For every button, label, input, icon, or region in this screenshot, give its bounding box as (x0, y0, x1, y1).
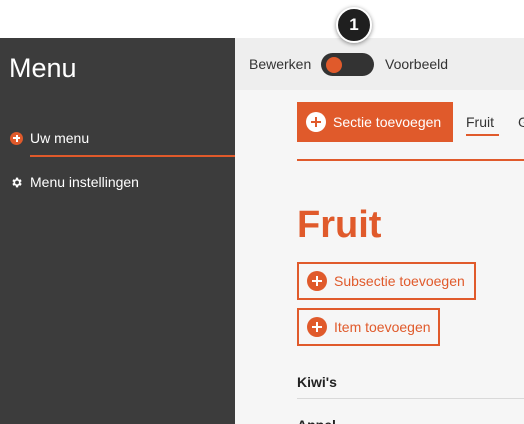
edit-mode-label: Bewerken (249, 56, 312, 72)
add-subsection-button[interactable]: Subsectie toevoegen (297, 262, 476, 300)
sidebar-item-label: Menu instellingen (30, 174, 139, 190)
gear-icon (10, 176, 23, 189)
active-indicator (30, 155, 235, 157)
menu-editor: Sectie toevoegen Fruit G Fruit Subsectie… (235, 90, 524, 424)
mode-toolbar: Bewerken Voorbeeld (235, 38, 524, 90)
app-window: 1 Menu Uw menu Menu instellingen Bewerke… (0, 0, 524, 424)
tab-fruit[interactable]: Fruit (466, 114, 494, 130)
list-item[interactable]: Kiwi's (297, 365, 524, 399)
sidebar: Menu Uw menu Menu instellingen (0, 38, 235, 424)
plus-circle-icon (10, 131, 23, 145)
tabs-divider (297, 159, 524, 161)
active-tab-indicator (466, 134, 499, 136)
add-section-button[interactable]: Sectie toevoegen (297, 102, 453, 142)
section-title: Fruit (297, 204, 382, 246)
sidebar-item-uw-menu[interactable]: Uw menu (0, 121, 235, 155)
plus-circle-icon (306, 112, 326, 132)
toggle-knob (326, 57, 342, 73)
sidebar-title: Menu (9, 53, 77, 83)
plus-circle-icon (307, 317, 327, 337)
sidebar-item-label: Uw menu (30, 130, 90, 146)
list-item[interactable]: Appel (297, 408, 524, 424)
add-section-label: Sectie toevoegen (333, 114, 442, 130)
edit-preview-toggle[interactable] (321, 53, 374, 76)
tab-next[interactable]: G (518, 114, 524, 130)
preview-mode-label: Voorbeeld (385, 56, 449, 72)
add-subsection-label: Subsectie toevoegen (334, 273, 465, 289)
step-badge: 1 (336, 7, 372, 43)
add-item-button[interactable]: Item toevoegen (297, 308, 440, 346)
plus-circle-icon (307, 271, 327, 291)
sidebar-item-menu-instellingen[interactable]: Menu instellingen (0, 165, 235, 199)
add-item-label: Item toevoegen (334, 319, 431, 335)
